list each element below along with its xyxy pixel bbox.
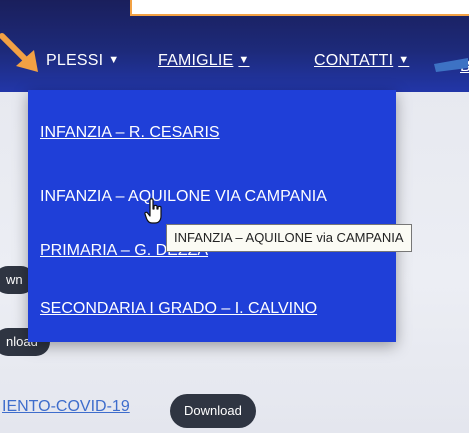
nav-item-label: PLESSI [46, 52, 104, 69]
plessi-dropdown-menu: INFANZIA – R. CESARIS INFANZIA – AQUILON… [28, 90, 396, 342]
hand-pointer-icon [144, 198, 162, 224]
annotation-arrow-icon [0, 33, 38, 72]
download-button[interactable]: Download [170, 394, 256, 428]
covid-document-link[interactable]: IENTO-COVID-19 [2, 398, 130, 416]
caret-down-icon: ▼ [238, 54, 250, 66]
nav-item-plessi[interactable]: PLESSI ▼ [46, 52, 119, 70]
menu-item-secondaria-calvino[interactable]: SECONDARIA I GRADO – I. CALVINO [40, 300, 317, 318]
menu-item-infanzia-cesaris[interactable]: INFANZIA – R. CESARIS [40, 124, 220, 142]
nav-item-label: CONTATTI [314, 52, 394, 69]
caret-down-icon: ▼ [108, 54, 120, 66]
menu-item-tooltip: INFANZIA – AQUILONE via CAMPANIA [166, 224, 412, 252]
annotation-box [130, 0, 469, 16]
nav-item-famiglie[interactable]: FAMIGLIE ▼ [158, 52, 250, 70]
annotation-marker-icon [434, 58, 468, 72]
nav-item-contatti[interactable]: CONTATTI ▼ [314, 52, 409, 70]
nav-item-label: FAMIGLIE [158, 52, 234, 69]
top-navbar: PLESSI▼ FAMIGLIE▼ CONTATTI▼ B [0, 0, 469, 92]
caret-down-icon: ▼ [398, 54, 410, 66]
menu-item-infanzia-aquilone[interactable]: INFANZIA – AQUILONE VIA CAMPANIA [40, 188, 327, 206]
